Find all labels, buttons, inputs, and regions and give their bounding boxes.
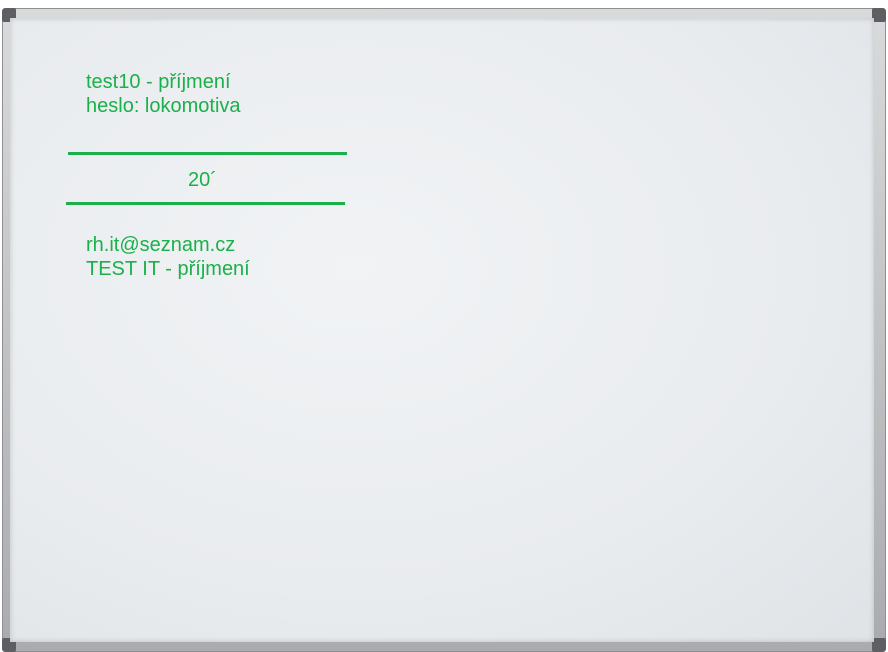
test-name-line: test10 - příjmení [86, 71, 231, 93]
time-limit: 20´ [188, 169, 217, 191]
frame-corner-bottom-right [872, 638, 886, 652]
top-divider [68, 152, 347, 155]
email-address: rh.it@seznam.cz [86, 234, 236, 256]
password-line: heslo: lokomotiva [86, 95, 241, 117]
bottom-divider [66, 202, 345, 205]
email-subject-line: TEST IT - příjmení [86, 258, 250, 280]
frame-corner-top-right [872, 8, 886, 22]
